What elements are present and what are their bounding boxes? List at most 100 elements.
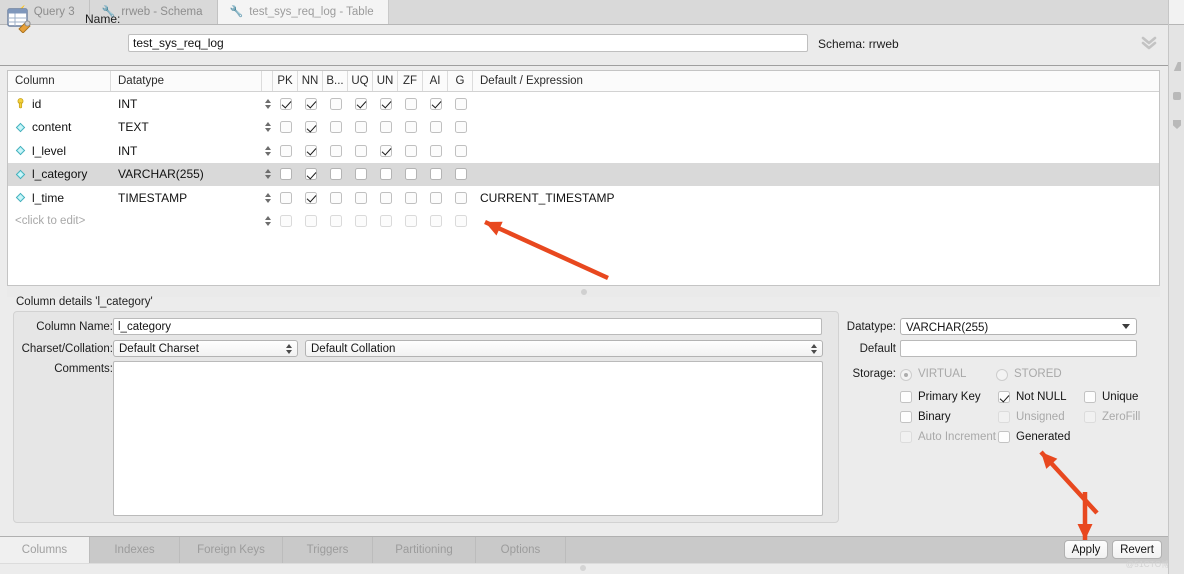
checkbox-pk[interactable] xyxy=(280,145,292,157)
checkbox-b[interactable] xyxy=(330,145,342,157)
comments-textarea[interactable] xyxy=(113,361,823,516)
datatype-select[interactable]: VARCHAR(255) xyxy=(900,318,1137,335)
collapse-header-button[interactable] xyxy=(1136,32,1162,54)
checkbox-b[interactable] xyxy=(330,98,342,110)
flag-checkbox-not-null[interactable] xyxy=(998,391,1010,403)
checkbox-g[interactable] xyxy=(455,168,467,180)
flag-checkbox-generated[interactable] xyxy=(998,431,1010,443)
charset-select[interactable]: Default Charset xyxy=(113,340,298,357)
cell-flag-g[interactable] xyxy=(448,163,473,187)
apply-button[interactable]: Apply xyxy=(1064,540,1108,559)
cell-column-name[interactable]: content xyxy=(8,116,111,140)
revert-button[interactable]: Revert xyxy=(1112,540,1162,559)
cell-flag-uq[interactable] xyxy=(348,163,373,187)
cell-flag-pk[interactable] xyxy=(273,163,298,187)
cell-flag-pk[interactable] xyxy=(273,116,298,140)
cell-flag-pk[interactable] xyxy=(273,186,298,210)
checkbox-zf[interactable] xyxy=(405,215,417,227)
cell-flag-ai[interactable] xyxy=(423,92,448,116)
checkbox-nn[interactable] xyxy=(305,215,317,227)
cell-column-name[interactable]: <click to edit> xyxy=(8,210,111,234)
cell-flag-b[interactable] xyxy=(323,139,348,163)
cell-flag-un[interactable] xyxy=(373,210,398,234)
checkbox-pk[interactable] xyxy=(280,215,292,227)
checkbox-un[interactable] xyxy=(380,98,392,110)
cell-flag-g[interactable] xyxy=(448,139,473,163)
tab-columns[interactable]: Columns xyxy=(0,537,90,563)
checkbox-nn[interactable] xyxy=(305,168,317,180)
checkbox-nn[interactable] xyxy=(305,192,317,204)
checkbox-uq[interactable] xyxy=(355,145,367,157)
table-row[interactable]: l_levelINT xyxy=(8,139,1159,163)
checkbox-ai[interactable] xyxy=(430,215,442,227)
cell-flag-zf[interactable] xyxy=(398,116,423,140)
cell-default-expression[interactable] xyxy=(473,139,1159,163)
checkbox-ai[interactable] xyxy=(430,192,442,204)
checkbox-ai[interactable] xyxy=(430,145,442,157)
grid-header-b[interactable]: B... xyxy=(323,71,348,91)
flag-checkbox-primary-key[interactable] xyxy=(900,391,912,403)
checkbox-un[interactable] xyxy=(380,121,392,133)
grid-header-uq[interactable]: UQ xyxy=(348,71,373,91)
cell-column-name[interactable]: id xyxy=(8,92,111,116)
cell-flag-ai[interactable] xyxy=(423,210,448,234)
cell-datatype[interactable] xyxy=(111,210,262,234)
cell-flag-nn[interactable] xyxy=(298,186,323,210)
cell-flag-nn[interactable] xyxy=(298,139,323,163)
cell-flag-un[interactable] xyxy=(373,139,398,163)
tab-indexes[interactable]: Indexes xyxy=(90,537,180,563)
checkbox-zf[interactable] xyxy=(405,168,417,180)
checkbox-un[interactable] xyxy=(380,168,392,180)
cell-flag-zf[interactable] xyxy=(398,186,423,210)
cell-flag-b[interactable] xyxy=(323,186,348,210)
cell-flag-un[interactable] xyxy=(373,163,398,187)
checkbox-uq[interactable] xyxy=(355,168,367,180)
table-row[interactable]: contentTEXT xyxy=(8,116,1159,140)
grid-header-column[interactable]: Column xyxy=(8,71,111,91)
checkbox-uq[interactable] xyxy=(355,121,367,133)
cell-datatype[interactable]: VARCHAR(255) xyxy=(111,163,262,187)
cell-flag-b[interactable] xyxy=(323,210,348,234)
checkbox-g[interactable] xyxy=(455,192,467,204)
table-row[interactable]: l_categoryVARCHAR(255) xyxy=(8,163,1159,187)
checkbox-b[interactable] xyxy=(330,168,342,180)
grid-splitter[interactable] xyxy=(7,286,1160,297)
cell-flag-un[interactable] xyxy=(373,92,398,116)
table-name-input[interactable] xyxy=(128,34,808,52)
flag-checkbox-unique[interactable] xyxy=(1084,391,1096,403)
footer-grip[interactable] xyxy=(580,565,586,571)
cell-flag-ai[interactable] xyxy=(423,116,448,140)
cell-flag-b[interactable] xyxy=(323,163,348,187)
cell-default-expression[interactable] xyxy=(473,163,1159,187)
cell-datatype[interactable]: TEXT xyxy=(111,116,262,140)
checkbox-g[interactable] xyxy=(455,98,467,110)
checkbox-nn[interactable] xyxy=(305,121,317,133)
checkbox-b[interactable] xyxy=(330,192,342,204)
checkbox-b[interactable] xyxy=(330,121,342,133)
checkbox-g[interactable] xyxy=(455,145,467,157)
grid-header-zf[interactable]: ZF xyxy=(398,71,423,91)
checkbox-ai[interactable] xyxy=(430,98,442,110)
checkbox-zf[interactable] xyxy=(405,121,417,133)
flag-checkbox-binary[interactable] xyxy=(900,411,912,423)
square-icon[interactable] xyxy=(1173,92,1181,100)
column-name-input[interactable] xyxy=(113,318,822,335)
cell-flag-zf[interactable] xyxy=(398,163,423,187)
tab-options[interactable]: Options xyxy=(476,537,566,563)
editor-tab-test-sys-req-log-table[interactable]: 🔧 test_sys_req_log - Table xyxy=(218,0,389,24)
cell-default-expression[interactable]: CURRENT_TIMESTAMP xyxy=(473,186,1159,210)
checkbox-g[interactable] xyxy=(455,215,467,227)
cell-stepper[interactable] xyxy=(262,139,273,163)
cell-flag-un[interactable] xyxy=(373,116,398,140)
tab-partitioning[interactable]: Partitioning xyxy=(373,537,476,563)
cell-flag-b[interactable] xyxy=(323,116,348,140)
cell-flag-ai[interactable] xyxy=(423,139,448,163)
checkbox-nn[interactable] xyxy=(305,145,317,157)
tab-foreign-keys[interactable]: Foreign Keys xyxy=(180,537,283,563)
grid-header-default-expression[interactable]: Default / Expression xyxy=(473,71,1159,91)
table-row[interactable]: <click to edit> xyxy=(8,210,1159,234)
checkbox-ai[interactable] xyxy=(430,168,442,180)
checkbox-nn[interactable] xyxy=(305,98,317,110)
cell-flag-un[interactable] xyxy=(373,186,398,210)
checkbox-pk[interactable] xyxy=(280,121,292,133)
